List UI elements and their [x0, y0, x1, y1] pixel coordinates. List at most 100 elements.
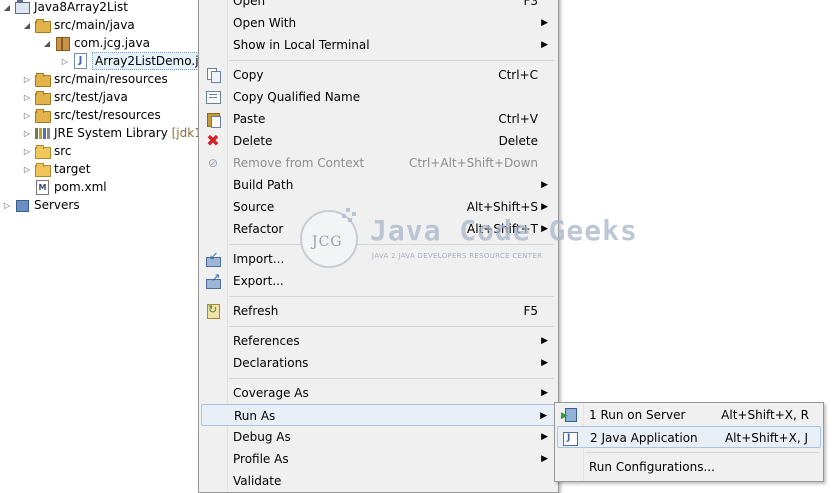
- menu-item-open-with[interactable]: Open With ▶: [201, 12, 556, 34]
- menu-item-copy-qualified-name[interactable]: Copy Qualified Name: [201, 86, 556, 108]
- expanded-twisty-icon[interactable]: ◢: [42, 34, 52, 52]
- tree-item-label: JRE System Library: [54, 126, 168, 140]
- submenu-arrow-icon: ▶: [541, 454, 548, 464]
- tree-item-label: Array2ListDemo.java: [92, 52, 200, 70]
- submenu-arrow-icon: ▶: [541, 202, 548, 212]
- menu-item-source[interactable]: Source Alt+Shift+S ▶: [201, 196, 556, 218]
- menu-item-build-path[interactable]: Build Path ▶: [201, 174, 556, 196]
- submenu-arrow-icon: ▶: [541, 432, 548, 442]
- tree-item-src-test-java[interactable]: ▷ src/test/java: [22, 88, 128, 106]
- collapsed-twisty-icon[interactable]: ▷: [22, 88, 32, 106]
- submenu-item-java-application[interactable]: 2 Java Application Alt+Shift+X, J: [557, 426, 821, 448]
- menu-item-label: Coverage As: [233, 386, 309, 400]
- tree-item-target[interactable]: ▷ target: [22, 160, 91, 178]
- tree-item-label: src: [54, 144, 72, 158]
- run-on-server-icon: [561, 407, 577, 423]
- copy-qualified-name-icon: [205, 89, 221, 105]
- menu-item-label: Copy Qualified Name: [233, 90, 361, 104]
- menu-item-debug-as[interactable]: Debug As ▶: [201, 426, 556, 448]
- menu-item-refresh[interactable]: Refresh F5: [201, 300, 556, 322]
- tree-item-servers[interactable]: ▷ Servers: [2, 196, 80, 214]
- menu-item-run-as[interactable]: Run As ▶: [201, 404, 556, 426]
- menu-item-paste[interactable]: Paste Ctrl+V: [201, 108, 556, 130]
- menu-item-shortcut: Ctrl+V: [498, 112, 538, 126]
- tree-item-src[interactable]: ▷ src: [22, 142, 72, 160]
- servers-project-icon: [14, 197, 30, 213]
- delete-icon: ✖: [206, 131, 220, 150]
- menu-item-import[interactable]: Import...: [201, 248, 556, 270]
- tree-item-src-test-resources[interactable]: ▷ src/test/resources: [22, 106, 161, 124]
- menu-item-label: Debug As: [233, 430, 291, 444]
- menu-item-delete[interactable]: ✖ Delete Delete: [201, 130, 556, 152]
- menu-item-coverage-as[interactable]: Coverage As ▶: [201, 382, 556, 404]
- menu-item-label: Refresh: [233, 304, 279, 318]
- import-icon: [205, 249, 221, 267]
- menu-item-profile-as[interactable]: Profile As ▶: [201, 448, 556, 470]
- menu-item-label: 2 Java Application: [590, 431, 698, 445]
- tree-item-array2listdemo-java[interactable]: ▷ Array2ListDemo.java: [60, 52, 200, 70]
- menu-item-label: Source: [233, 200, 275, 214]
- menu-item-references[interactable]: References ▶: [201, 330, 556, 352]
- source-folder-icon: [34, 71, 51, 87]
- project-icon: [14, 0, 30, 15]
- menu-item-open[interactable]: Open F3: [201, 0, 556, 12]
- collapsed-twisty-icon[interactable]: ▷: [22, 142, 32, 160]
- menu-item-label: Export...: [233, 274, 284, 288]
- menu-item-label: Open With: [233, 16, 297, 30]
- source-folder-icon: [34, 17, 51, 33]
- collapsed-twisty-icon[interactable]: ▷: [60, 52, 70, 70]
- source-folder-icon: [34, 89, 51, 105]
- menu-item-export[interactable]: Export...: [201, 270, 556, 292]
- menu-item-label: Open: [233, 0, 266, 8]
- tree-item-com-jcg-java[interactable]: ◢ com.jcg.java: [42, 34, 150, 52]
- menu-item-refactor[interactable]: Refactor Alt+Shift+T ▶: [201, 218, 556, 240]
- context-menu: Open F3 Open With ▶ Show in Local Termin…: [198, 0, 559, 493]
- menu-item-remove-from-context: ⊘ Remove from Context Ctrl+Alt+Shift+Dow…: [201, 152, 556, 174]
- tree-item-label: Servers: [34, 198, 80, 212]
- tree-item-pom-xml[interactable]: pom.xml: [22, 178, 107, 196]
- submenu-item-run-on-server[interactable]: 1 Run on Server Alt+Shift+X, R: [557, 404, 821, 426]
- tree-item-src-main-java[interactable]: ◢ src/main/java: [22, 16, 135, 34]
- tree-item-src-main-resources[interactable]: ▷ src/main/resources: [22, 70, 168, 88]
- submenu-arrow-icon: ▶: [541, 224, 548, 234]
- menu-item-label: Profile As: [233, 452, 289, 466]
- submenu-arrow-icon: ▶: [541, 18, 548, 28]
- menu-item-label: Declarations: [233, 356, 309, 370]
- library-icon: [34, 125, 50, 141]
- refresh-icon: [205, 303, 221, 319]
- submenu-item-run-configurations[interactable]: Run Configurations...: [557, 456, 821, 478]
- expanded-twisty-icon[interactable]: ◢: [2, 0, 12, 16]
- copy-icon: [205, 67, 221, 83]
- tree-item-label: src/main/resources: [54, 72, 168, 86]
- run-as-submenu: 1 Run on Server Alt+Shift+X, R 2 Java Ap…: [554, 402, 824, 482]
- submenu-arrow-icon: ▶: [541, 40, 548, 50]
- collapsed-twisty-icon[interactable]: ▷: [22, 106, 32, 124]
- submenu-arrow-icon: ▶: [541, 358, 548, 368]
- tree-item-label: src/test/resources: [54, 108, 161, 122]
- tree-item-label: Java8Array2List: [34, 0, 128, 14]
- menu-separator: [229, 296, 554, 297]
- menu-item-label: Run As: [234, 409, 276, 423]
- submenu-arrow-icon: ▶: [541, 388, 548, 398]
- tree-item-label: target: [54, 162, 91, 176]
- collapsed-twisty-icon[interactable]: ▷: [22, 160, 32, 178]
- menu-item-shortcut: Alt+Shift+X, J: [724, 431, 808, 445]
- export-icon: [205, 271, 221, 289]
- menu-item-shortcut: Alt+Shift+T: [467, 222, 538, 236]
- submenu-arrow-icon: ▶: [541, 180, 548, 190]
- maven-pom-icon: [34, 179, 50, 195]
- collapsed-twisty-icon[interactable]: ▷: [2, 196, 12, 214]
- collapsed-twisty-icon[interactable]: ▷: [22, 70, 32, 88]
- tree-item-jre-system-library[interactable]: ▷ JRE System Library [jdk1.8.0_: [22, 124, 200, 142]
- menu-item-copy[interactable]: Copy Ctrl+C: [201, 64, 556, 86]
- tree-item-label: pom.xml: [54, 180, 107, 194]
- menu-item-declarations[interactable]: Declarations ▶: [201, 352, 556, 374]
- menu-item-show-in-local-terminal[interactable]: Show in Local Terminal ▶: [201, 34, 556, 56]
- menu-item-shortcut: Delete: [498, 134, 538, 148]
- folder-icon: [34, 143, 51, 159]
- tree-item-java8array2list[interactable]: ◢ Java8Array2List: [2, 0, 128, 16]
- expanded-twisty-icon[interactable]: ◢: [22, 16, 32, 34]
- collapsed-twisty-icon[interactable]: ▷: [22, 124, 32, 142]
- menu-item-label: Import...: [233, 252, 285, 266]
